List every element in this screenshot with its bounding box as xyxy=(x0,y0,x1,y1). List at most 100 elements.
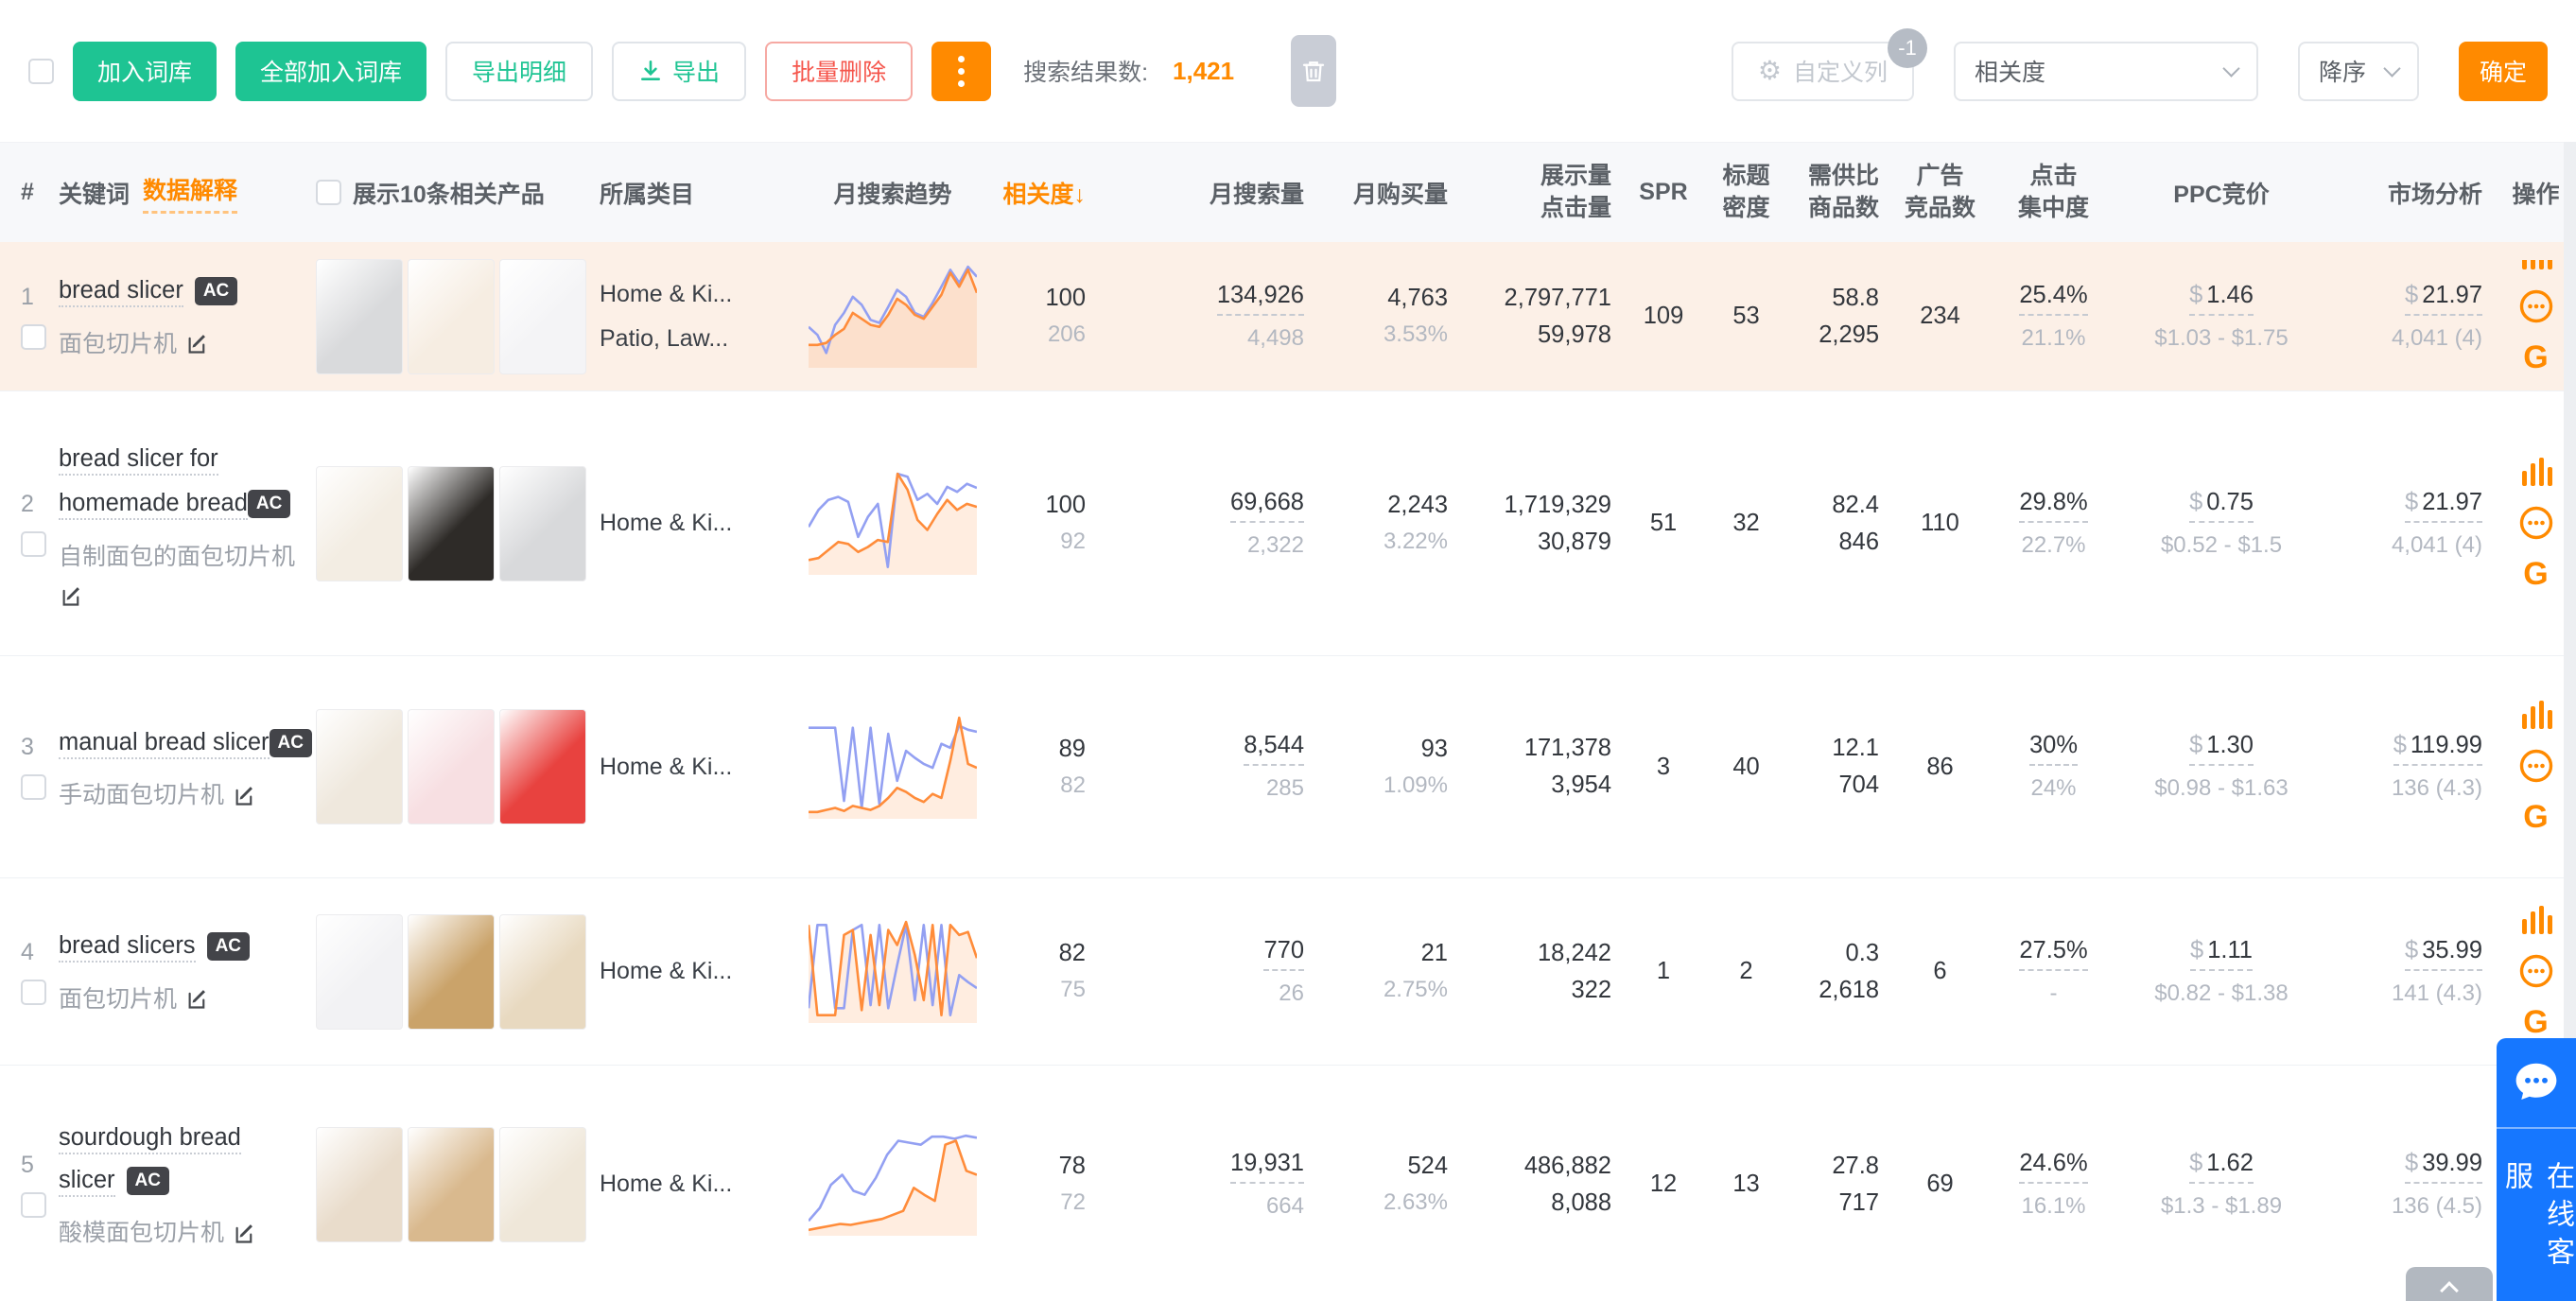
click-concentration-value[interactable]: 30% xyxy=(2029,732,2078,766)
market-price-value[interactable]: $21.97 xyxy=(2405,489,2482,523)
supply-demand-value: 82.4 xyxy=(1786,492,1879,519)
sort-order-select[interactable]: 降序 xyxy=(2298,42,2419,101)
header-ppc: PPC竞价 xyxy=(2117,176,2325,210)
keyword-analytics-icon[interactable] xyxy=(2520,260,2552,271)
product-thumbnail[interactable] xyxy=(499,1127,586,1242)
monthly-searches-value[interactable]: 19,931 xyxy=(1230,1150,1304,1184)
chat-widget[interactable]: 在线客服 xyxy=(2497,1038,2576,1301)
relevance-value: 82 xyxy=(997,940,1086,967)
market-price-value[interactable]: $39.99 xyxy=(2405,1150,2482,1184)
export-button[interactable]: 导出 xyxy=(612,42,746,101)
add-all-to-lexicon-button[interactable]: 全部加入词库 xyxy=(235,42,426,101)
product-thumbnail[interactable] xyxy=(499,466,586,581)
keyword-analytics-icon[interactable] xyxy=(2520,458,2552,488)
product-images xyxy=(316,466,600,581)
product-thumbnail[interactable] xyxy=(408,709,495,824)
monthly-searches-value[interactable]: 770 xyxy=(1263,937,1304,971)
ppc-bid-value[interactable]: $1.62 xyxy=(2189,1150,2254,1184)
more-actions-button[interactable] xyxy=(931,42,991,101)
ad-competitors-value: 6 xyxy=(1890,958,1990,985)
product-thumbnail[interactable] xyxy=(316,1127,403,1242)
edit-translation-icon[interactable] xyxy=(184,986,210,1012)
batch-delete-button[interactable]: 批量删除 xyxy=(765,42,913,101)
keyword-link[interactable]: bread slicers xyxy=(59,932,196,963)
edit-translation-icon[interactable] xyxy=(232,783,257,808)
select-all-checkbox[interactable] xyxy=(28,59,54,84)
table-body: 1 bread slicerAC 面包切片机 Home & Ki...Patio… xyxy=(0,242,2576,1301)
keyword-analytics-icon[interactable] xyxy=(2520,701,2552,731)
add-to-lexicon-button[interactable]: 加入词库 xyxy=(73,42,217,101)
header-relevance-sort[interactable]: 相关度↓ xyxy=(997,176,1091,210)
google-trends-icon[interactable]: G xyxy=(2523,558,2548,590)
comment-icon[interactable] xyxy=(2518,288,2554,324)
relevance-value: 89 xyxy=(997,736,1086,763)
market-price-value[interactable]: $21.97 xyxy=(2405,282,2482,316)
comment-icon[interactable] xyxy=(2518,505,2554,541)
product-thumbnail[interactable] xyxy=(408,466,495,581)
category-text: Home & Ki... xyxy=(600,745,789,789)
click-concentration-value[interactable]: 29.8% xyxy=(2019,489,2087,523)
market-reviews: 136 (4.5) xyxy=(2325,1193,2482,1220)
keyword-analytics-icon[interactable] xyxy=(2520,906,2552,936)
market-reviews: 4,041 (4) xyxy=(2325,325,2482,352)
product-thumbnail[interactable] xyxy=(316,259,403,374)
product-thumbnail[interactable] xyxy=(408,1127,495,1242)
edit-translation-icon[interactable] xyxy=(232,1221,257,1246)
ppc-bid-value[interactable]: $1.30 xyxy=(2189,732,2254,766)
row-checkbox[interactable] xyxy=(21,531,46,557)
keyword-link[interactable]: manual bread slicer xyxy=(59,729,270,759)
trend-sparkline xyxy=(809,913,977,1025)
header-title-density: 标题密度 xyxy=(1706,161,1786,225)
edit-translation-icon[interactable] xyxy=(184,331,210,356)
click-concentration-value[interactable]: 24.6% xyxy=(2019,1150,2087,1184)
row-checkbox[interactable] xyxy=(21,324,46,350)
toolbar: 加入词库 全部加入词库 导出明细 导出 批量删除 搜索结果数: 1,421 xyxy=(0,0,2576,142)
keyword-link[interactable]: bread slicer xyxy=(59,277,183,307)
supply-demand-value: 12.1 xyxy=(1786,735,1879,762)
monthly-searches-value[interactable]: 8,544 xyxy=(1244,732,1304,766)
product-thumbnail[interactable] xyxy=(499,259,586,374)
customize-columns-button[interactable]: ⚙ 自定义列 -1 xyxy=(1732,42,1914,101)
confirm-button[interactable]: 确定 xyxy=(2459,42,2548,101)
product-thumbnail[interactable] xyxy=(408,914,495,1030)
google-trends-icon[interactable]: G xyxy=(2523,801,2548,833)
product-thumbnail[interactable] xyxy=(408,259,495,374)
keyword-link[interactable]: bread slicer forhomemade bread xyxy=(59,445,248,520)
keyword-analytics-icon-clipped[interactable] xyxy=(2520,260,2552,271)
table-header: # 关键词 数据解释 展示10条相关产品 所属类目 月搜索趋势 相关度↓ 月搜索… xyxy=(0,142,2576,242)
ppc-bid-value[interactable]: $1.11 xyxy=(2190,937,2253,971)
header-ad-competitors: 广告竞品数 xyxy=(1890,161,1990,225)
monthly-searches-value[interactable]: 134,926 xyxy=(1217,282,1304,316)
market-price-value[interactable]: $35.99 xyxy=(2405,937,2482,971)
comment-icon[interactable] xyxy=(2518,953,2554,989)
row-checkbox[interactable] xyxy=(21,980,46,1005)
market-price-value[interactable]: $119.99 xyxy=(2393,732,2482,766)
product-thumbnail[interactable] xyxy=(316,466,403,581)
ppc-bid-value[interactable]: $0.75 xyxy=(2189,489,2254,523)
monthly-searches-value[interactable]: 69,668 xyxy=(1230,489,1304,523)
click-concentration-value[interactable]: 25.4% xyxy=(2019,282,2087,316)
show-related-checkbox[interactable] xyxy=(316,180,341,205)
trash-button[interactable] xyxy=(1291,35,1336,107)
product-thumbnail[interactable] xyxy=(499,914,586,1030)
row-checkbox[interactable] xyxy=(21,774,46,800)
google-trends-icon[interactable]: G xyxy=(2523,1006,2548,1038)
monthly-purchases-value: 524 xyxy=(1314,1153,1448,1180)
clicks-value: 8,088 xyxy=(1455,1189,1611,1217)
ppc-bid-value[interactable]: $1.46 xyxy=(2189,282,2254,316)
product-thumbnail[interactable] xyxy=(499,709,586,824)
click-concentration-value[interactable]: 27.5% xyxy=(2019,937,2087,971)
back-to-top-button[interactable] xyxy=(2406,1267,2493,1301)
row-checkbox[interactable] xyxy=(21,1192,46,1218)
export-detail-button[interactable]: 导出明细 xyxy=(445,42,593,101)
monthly-purchases-value: 2,243 xyxy=(1314,492,1448,519)
product-images xyxy=(316,914,600,1030)
product-thumbnail[interactable] xyxy=(316,709,403,824)
comment-icon[interactable] xyxy=(2518,748,2554,784)
edit-translation-icon[interactable] xyxy=(59,583,84,609)
product-thumbnail[interactable] xyxy=(316,914,403,1030)
google-trends-icon[interactable]: G xyxy=(2523,341,2548,373)
table-row: 1 bread slicerAC 面包切片机 Home & Ki...Patio… xyxy=(0,242,2576,391)
sort-field-select[interactable]: 相关度 xyxy=(1954,42,2258,101)
data-explain-link[interactable]: 数据解释 xyxy=(143,172,237,214)
